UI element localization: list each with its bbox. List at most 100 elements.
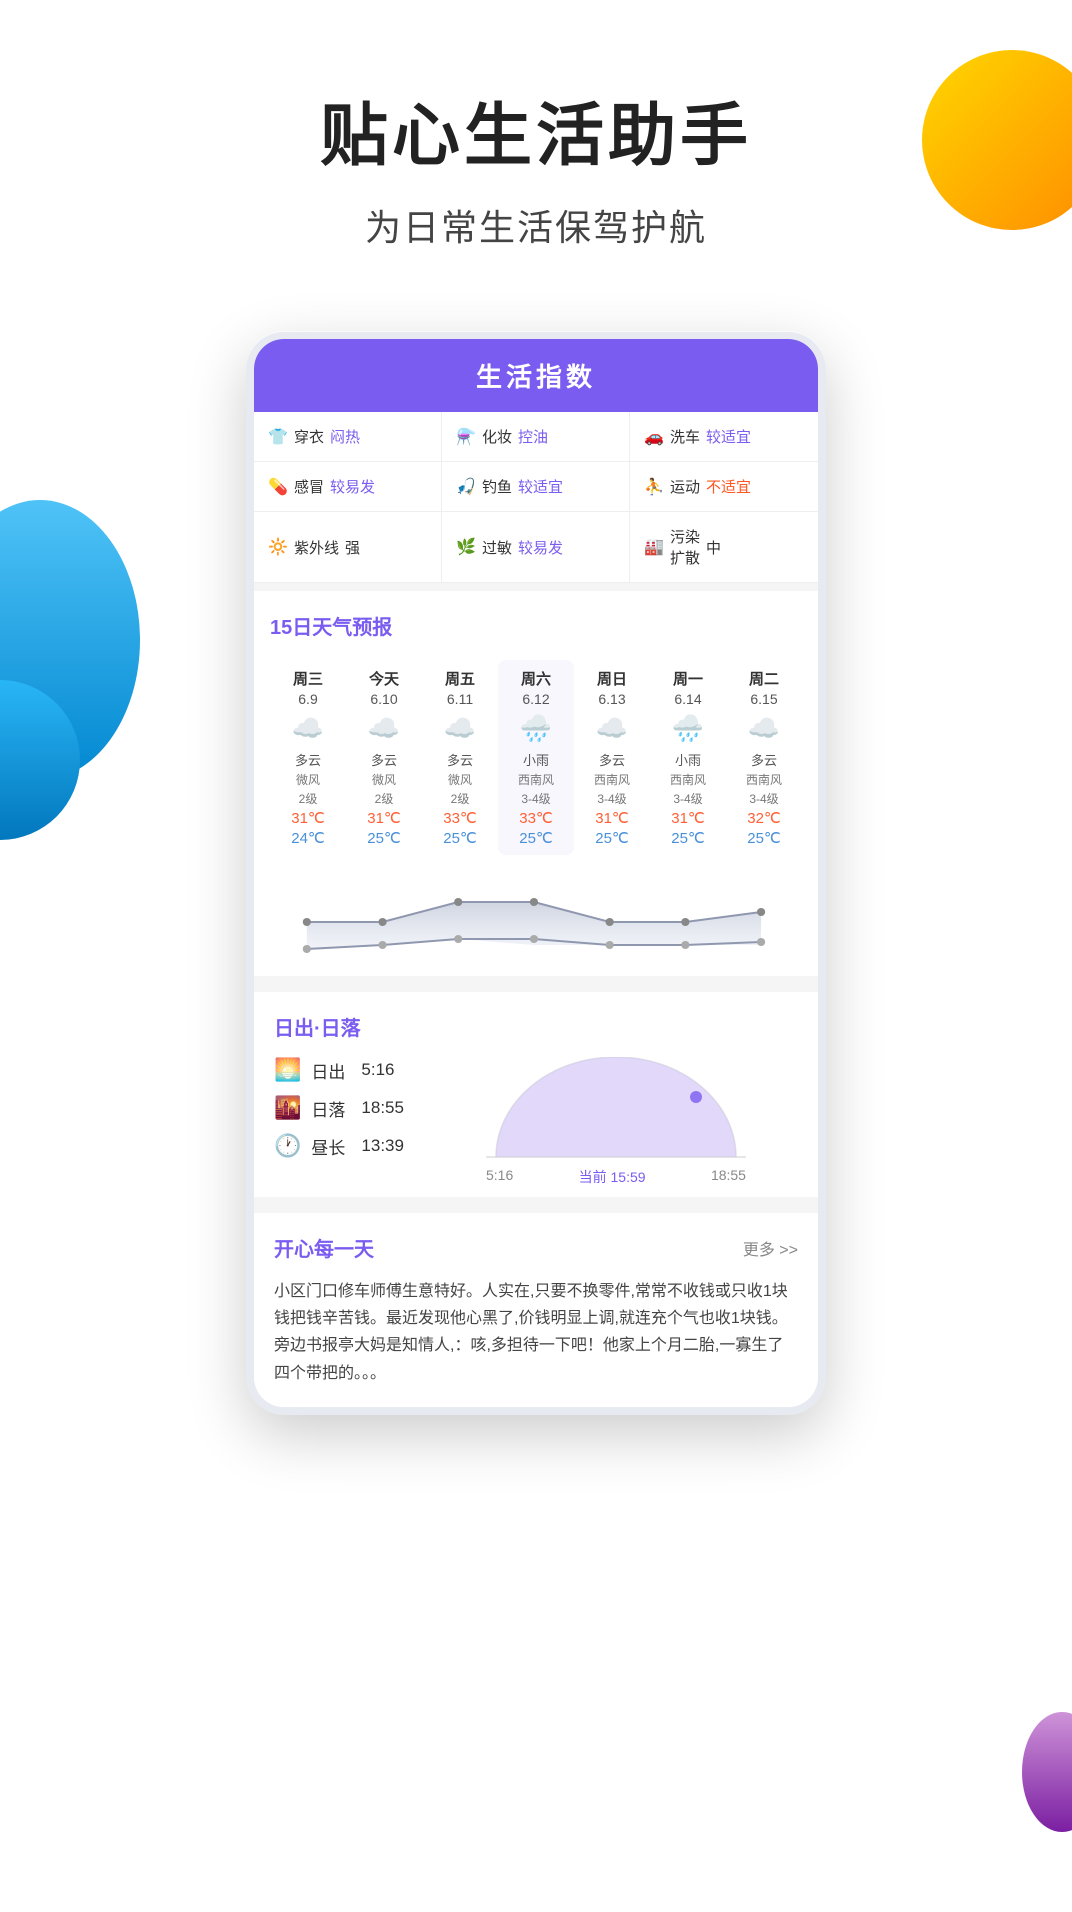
day1-level: 2级 xyxy=(299,790,318,807)
sunrise-time: 5:16 xyxy=(361,1060,394,1080)
day6-low: 25℃ xyxy=(671,829,705,847)
dot-7-high xyxy=(757,908,765,916)
index-item-uv: 🔆 紫外线 强 xyxy=(254,512,442,583)
chart-start-time: 5:16 xyxy=(486,1167,513,1187)
day6-date: 6.14 xyxy=(674,691,701,707)
sun-time-labels: 5:16 当前 15:59 18:55 xyxy=(476,1167,756,1187)
divider-1 xyxy=(254,583,818,591)
life-index-header: 生活指数 xyxy=(254,339,818,412)
day3-date: 6.11 xyxy=(447,691,473,707)
day4-high: 33℃ xyxy=(519,809,553,827)
allergy-label: 过敏 xyxy=(482,537,512,558)
day5-high: 31℃ xyxy=(595,809,629,827)
day3-icon: ☁️ xyxy=(444,713,476,744)
forecast-day-6: 周一 6.14 🌧️ 小雨 西南风 3-4级 31℃ 25℃ xyxy=(650,660,726,855)
dot-1-low xyxy=(303,945,311,953)
happy-title: 开心每一天 xyxy=(274,1233,374,1262)
allergy-content: 过敏 较易发 xyxy=(482,537,563,558)
day4-name: 周六 xyxy=(521,668,551,689)
phone-inner-content: 生活指数 👕 穿衣 闷热 ⚗️ 化妆 xyxy=(254,339,818,1407)
divider-2 xyxy=(254,976,818,984)
cold-value: 较易发 xyxy=(330,476,375,497)
duration-icon: 🕐 xyxy=(274,1133,301,1159)
day7-name: 周二 xyxy=(749,668,779,689)
day6-high: 31℃ xyxy=(671,809,705,827)
day2-icon: ☁️ xyxy=(368,713,400,744)
day7-weather: 多云 xyxy=(751,750,777,769)
day5-icon: ☁️ xyxy=(596,713,628,744)
day2-date: 6.10 xyxy=(370,691,397,707)
makeup-content: 化妆 控油 xyxy=(482,426,548,447)
dot-7-low xyxy=(757,938,765,946)
phone-outer-frame: 生活指数 👕 穿衣 闷热 ⚗️ 化妆 xyxy=(246,331,826,1415)
dot-5-high xyxy=(606,918,614,926)
dot-6-low xyxy=(681,941,689,949)
sunset-icon: 🌇 xyxy=(274,1095,301,1121)
more-link[interactable]: 更多 >> xyxy=(743,1236,798,1260)
sunrise-row: 🌅 日出 5:16 xyxy=(274,1057,414,1083)
temp-chart xyxy=(270,859,802,966)
forecast-day-4: 周六 6.12 🌧️ 小雨 西南风 3-4级 33℃ 25℃ xyxy=(498,660,574,855)
day5-date: 6.13 xyxy=(598,691,625,707)
day1-weather: 多云 xyxy=(295,750,321,769)
sunset-time: 18:55 xyxy=(361,1098,404,1118)
day6-wind: 西南风 xyxy=(670,771,706,788)
day5-name: 周日 xyxy=(597,668,627,689)
day7-icon: ☁️ xyxy=(748,713,780,744)
dot-6-high xyxy=(681,918,689,926)
clothing-icon: 👕 xyxy=(268,427,288,447)
dot-2-low xyxy=(378,941,386,949)
day2-low: 25℃ xyxy=(367,829,401,847)
day4-date: 6.12 xyxy=(522,691,549,707)
carwash-value: 较适宜 xyxy=(706,426,751,447)
forecast-title: 15日天气预报 xyxy=(270,611,802,640)
day3-wind: 微风 xyxy=(448,771,472,788)
day5-wind: 西南风 xyxy=(594,771,630,788)
day3-level: 2级 xyxy=(451,790,470,807)
sun-section-title: 日出·日落 xyxy=(274,1012,798,1041)
clothing-content: 穿衣 闷热 xyxy=(294,426,360,447)
day6-weather: 小雨 xyxy=(675,750,701,769)
index-row-1: 👕 穿衣 闷热 ⚗️ 化妆 控油 🚗 xyxy=(254,412,818,462)
uv-content: 紫外线 强 xyxy=(294,537,360,558)
day7-low: 25℃ xyxy=(747,829,781,847)
makeup-icon: ⚗️ xyxy=(456,427,476,447)
pollution-icon: 🏭 xyxy=(644,537,664,557)
dot-2-high xyxy=(378,918,386,926)
pollution-label: 污染扩散 xyxy=(670,526,700,568)
day6-level: 3-4级 xyxy=(673,790,702,807)
forecast-day-5: 周日 6.13 ☁️ 多云 西南风 3-4级 31℃ 25℃ xyxy=(574,660,650,855)
pollution-content: 污染扩散 中 xyxy=(670,526,721,568)
day7-wind: 西南风 xyxy=(746,771,782,788)
uv-value: 强 xyxy=(345,537,360,558)
day6-name: 周一 xyxy=(673,668,703,689)
index-item-fishing: 🎣 钓鱼 较适宜 xyxy=(442,462,630,512)
day3-low: 25℃ xyxy=(443,829,477,847)
day1-date: 6.9 xyxy=(298,691,317,707)
temp-chart-svg xyxy=(270,867,802,957)
dot-4-low xyxy=(530,935,538,943)
cold-label: 感冒 xyxy=(294,476,324,497)
day7-date: 6.15 xyxy=(750,691,777,707)
clothing-label: 穿衣 xyxy=(294,426,324,447)
sun-section: 日出·日落 🌅 日出 5:16 🌇 日落 18:55 xyxy=(254,984,818,1197)
clothing-value: 闷热 xyxy=(330,426,360,447)
duration-row: 🕐 昼长 13:39 xyxy=(274,1133,414,1159)
sunrise-icon: 🌅 xyxy=(274,1057,301,1083)
hero-title: 贴心生活助手 xyxy=(60,80,1012,179)
allergy-icon: 🌿 xyxy=(456,537,476,557)
day7-level: 3-4级 xyxy=(749,790,778,807)
dot-3-low xyxy=(454,935,462,943)
arc-fill xyxy=(496,1057,736,1157)
day1-high: 31℃ xyxy=(291,809,325,827)
fishing-icon: 🎣 xyxy=(456,477,476,497)
day4-low: 25℃ xyxy=(519,829,553,847)
day3-high: 33℃ xyxy=(443,809,477,827)
day1-icon: ☁️ xyxy=(292,713,324,744)
carwash-icon: 🚗 xyxy=(644,427,664,447)
day5-level: 3-4级 xyxy=(597,790,626,807)
hero-subtitle: 为日常生活保驾护航 xyxy=(60,199,1012,251)
day1-wind: 微风 xyxy=(296,771,320,788)
carwash-content: 洗车 较适宜 xyxy=(670,426,751,447)
fishing-value: 较适宜 xyxy=(518,476,563,497)
